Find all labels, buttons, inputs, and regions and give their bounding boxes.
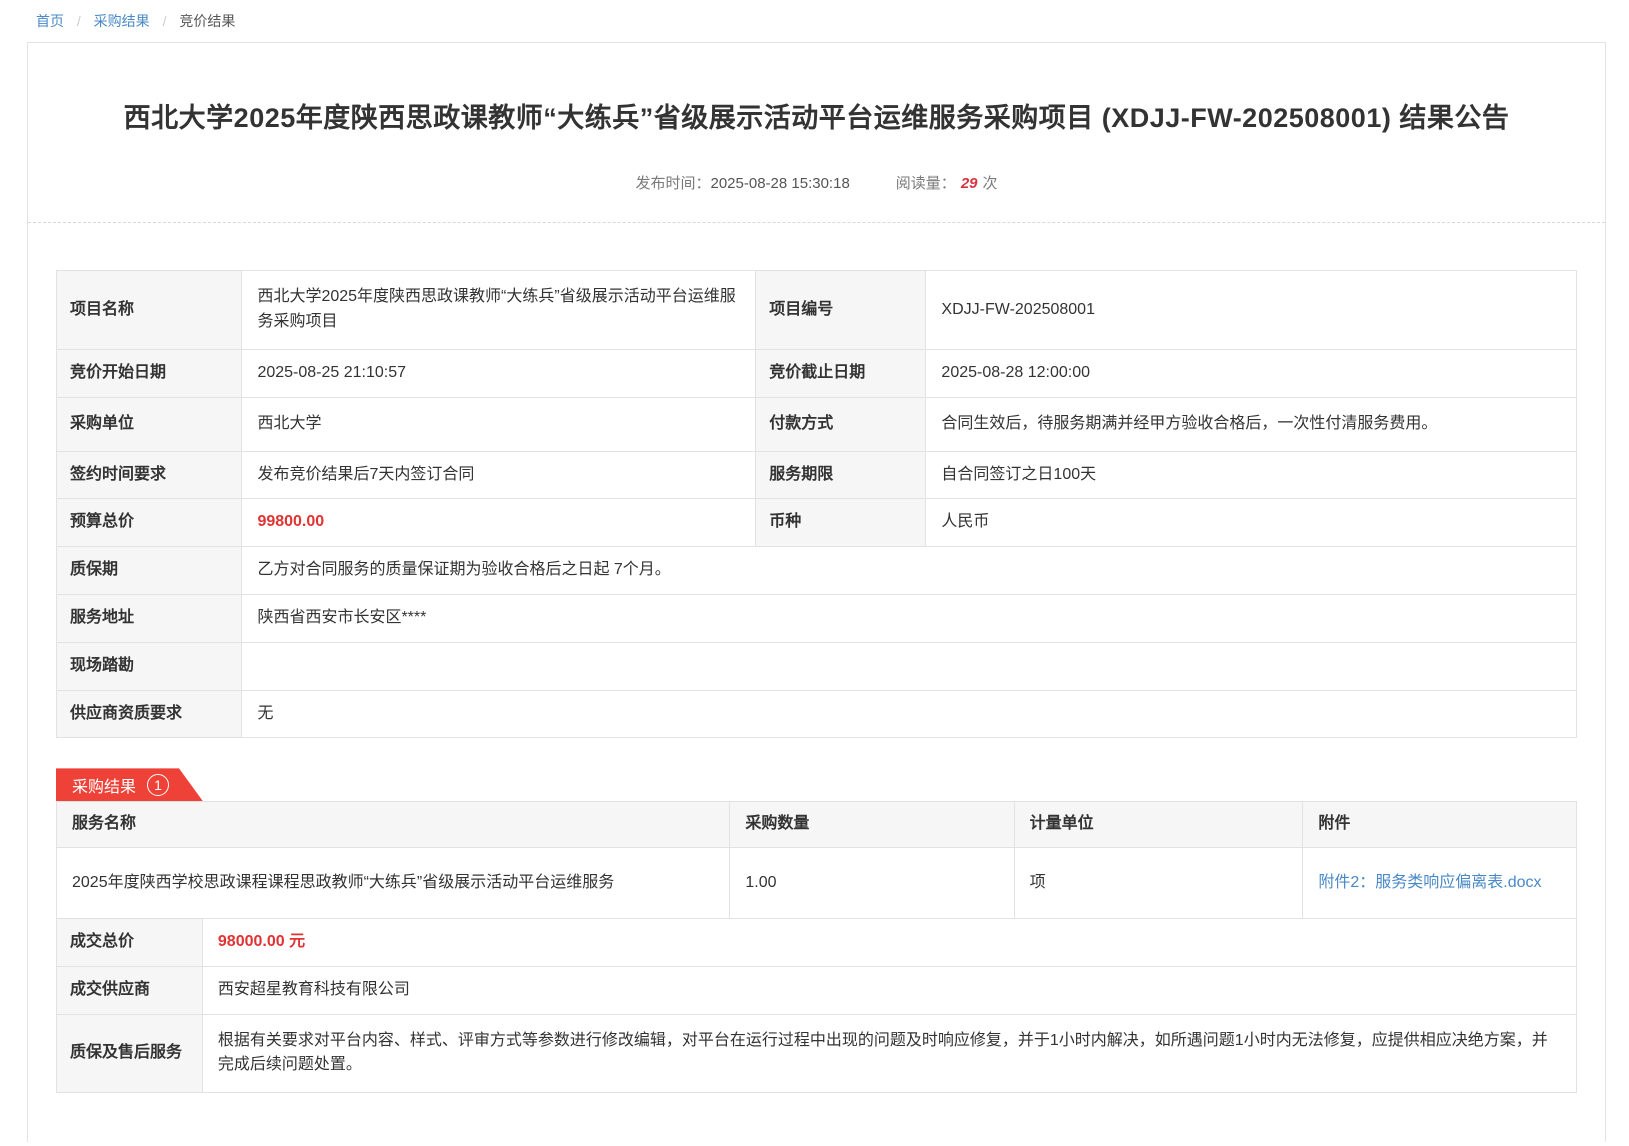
deal-total-label: 成交总价 — [57, 919, 203, 967]
table-row: 预算总价 99800.00 币种 人民币 — [57, 499, 1577, 547]
breadcrumb-home-link[interactable]: 首页 — [36, 13, 64, 29]
page-title: 西北大学2025年度陕西思政课教师“大练兵”省级展示活动平台运维服务采购项目 (… — [28, 43, 1605, 136]
project-no-label: 项目编号 — [756, 271, 926, 350]
breadcrumb: 首页 / 采购结果 / 竞价结果 — [0, 0, 1629, 41]
sign-time-label: 签约时间要求 — [57, 451, 242, 499]
quantity-value: 1.00 — [730, 848, 1014, 919]
table-header-row: 服务名称 采购数量 计量单位 附件 — [57, 802, 1577, 848]
result-count-badge: 1 — [147, 774, 169, 796]
service-name-value: 2025年度陕西学校思政课程课程思政教师“大练兵”省级展示活动平台运维服务 — [57, 848, 730, 919]
budget-label: 预算总价 — [57, 499, 242, 547]
publish-meta: 发布时间：2025-08-28 15:30:18 阅读量： 29 次 — [28, 172, 1605, 193]
quantity-header: 采购数量 — [730, 802, 1014, 848]
payment-label: 付款方式 — [756, 397, 926, 451]
procurement-result-table: 服务名称 采购数量 计量单位 附件 2025年度陕西学校思政课程课程思政教师“大… — [56, 801, 1577, 919]
table-row: 竞价开始日期 2025-08-25 21:10:57 竞价截止日期 2025-0… — [57, 350, 1577, 398]
service-name-header: 服务名称 — [57, 802, 730, 848]
unit-header: 计量单位 — [1014, 802, 1303, 848]
table-row: 服务地址 陕西省西安市长安区**** — [57, 595, 1577, 643]
publish-time-value: 2025-08-28 15:30:18 — [711, 175, 850, 192]
table-row: 成交总价 98000.00 元 — [57, 919, 1577, 967]
site-visit-value — [242, 642, 1577, 690]
table-row: 现场踏勘 — [57, 642, 1577, 690]
breadcrumb-current-bidding-results: 竞价结果 — [179, 13, 235, 29]
deal-info-table: 成交总价 98000.00 元 成交供应商 西安超星教育科技有限公司 质保及售后… — [56, 918, 1577, 1093]
deal-total-value: 98000.00 元 — [202, 919, 1576, 967]
dashed-divider — [28, 222, 1605, 223]
after-sale-value: 根据有关要求对平台内容、样式、评审方式等参数进行修改编辑，对平台在运行过程中出现… — [202, 1014, 1576, 1093]
table-row: 供应商资质要求 无 — [57, 690, 1577, 738]
qualification-value: 无 — [242, 690, 1577, 738]
service-period-value: 自合同签订之日100天 — [926, 451, 1577, 499]
attachment-header: 附件 — [1303, 802, 1577, 848]
procurement-result-badge-label: 采购结果 — [72, 773, 136, 797]
project-name-value: 西北大学2025年度陕西思政课教师“大练兵”省级展示活动平台运维服务采购项目 — [242, 271, 756, 350]
after-sale-label: 质保及售后服务 — [57, 1014, 203, 1093]
project-name-label: 项目名称 — [57, 271, 242, 350]
site-visit-label: 现场踏勘 — [57, 642, 242, 690]
bid-end-label: 竞价截止日期 — [756, 350, 926, 398]
sign-time-value: 发布竞价结果后7天内签订合同 — [242, 451, 756, 499]
qualification-label: 供应商资质要求 — [57, 690, 242, 738]
deal-supplier-label: 成交供应商 — [57, 966, 203, 1014]
purchaser-value: 西北大学 — [242, 397, 756, 451]
views-count: 29 — [961, 175, 978, 192]
service-period-label: 服务期限 — [756, 451, 926, 499]
table-row: 项目名称 西北大学2025年度陕西思政课教师“大练兵”省级展示活动平台运维服务采… — [57, 271, 1577, 350]
currency-label: 币种 — [756, 499, 926, 547]
breadcrumb-separator: / — [77, 13, 81, 29]
currency-value: 人民币 — [926, 499, 1577, 547]
warranty-label: 质保期 — [57, 547, 242, 595]
procurement-result-badge: 采购结果 1 — [56, 768, 203, 801]
publish-time-label: 发布时间： — [635, 175, 710, 192]
purchaser-label: 采购单位 — [57, 397, 242, 451]
table-row: 质保及售后服务 根据有关要求对平台内容、样式、评审方式等参数进行修改编辑，对平台… — [57, 1014, 1577, 1093]
table-row: 签约时间要求 发布竞价结果后7天内签订合同 服务期限 自合同签订之日100天 — [57, 451, 1577, 499]
attachment-link[interactable]: 附件2：服务类响应偏离表.docx — [1318, 874, 1541, 891]
address-label: 服务地址 — [57, 595, 242, 643]
project-info-table: 项目名称 西北大学2025年度陕西思政课教师“大练兵”省级展示活动平台运维服务采… — [56, 270, 1577, 738]
breadcrumb-separator: / — [163, 13, 167, 29]
warranty-value: 乙方对合同服务的质量保证期为验收合格后之日起 7个月。 — [242, 547, 1577, 595]
project-no-value: XDJJ-FW-202508001 — [926, 271, 1577, 350]
views-label: 阅读量： — [896, 175, 956, 192]
table-row: 2025年度陕西学校思政课程课程思政教师“大练兵”省级展示活动平台运维服务 1.… — [57, 848, 1577, 919]
unit-value: 项 — [1014, 848, 1303, 919]
breadcrumb-procurement-results-link[interactable]: 采购结果 — [94, 13, 150, 29]
bid-start-value: 2025-08-25 21:10:57 — [242, 350, 756, 398]
payment-value: 合同生效后，待服务期满并经甲方验收合格后，一次性付清服务费用。 — [926, 397, 1577, 451]
table-row: 质保期 乙方对合同服务的质量保证期为验收合格后之日起 7个月。 — [57, 547, 1577, 595]
bid-end-value: 2025-08-28 12:00:00 — [926, 350, 1577, 398]
table-row: 采购单位 西北大学 付款方式 合同生效后，待服务期满并经甲方验收合格后，一次性付… — [57, 397, 1577, 451]
table-row: 成交供应商 西安超星教育科技有限公司 — [57, 966, 1577, 1014]
address-value: 陕西省西安市长安区**** — [242, 595, 1577, 643]
deal-supplier-value: 西安超星教育科技有限公司 — [202, 966, 1576, 1014]
announcement-card: 西北大学2025年度陕西思政课教师“大练兵”省级展示活动平台运维服务采购项目 (… — [27, 42, 1606, 1142]
views-unit: 次 — [983, 175, 998, 192]
budget-value: 99800.00 — [242, 499, 756, 547]
bid-start-label: 竞价开始日期 — [57, 350, 242, 398]
